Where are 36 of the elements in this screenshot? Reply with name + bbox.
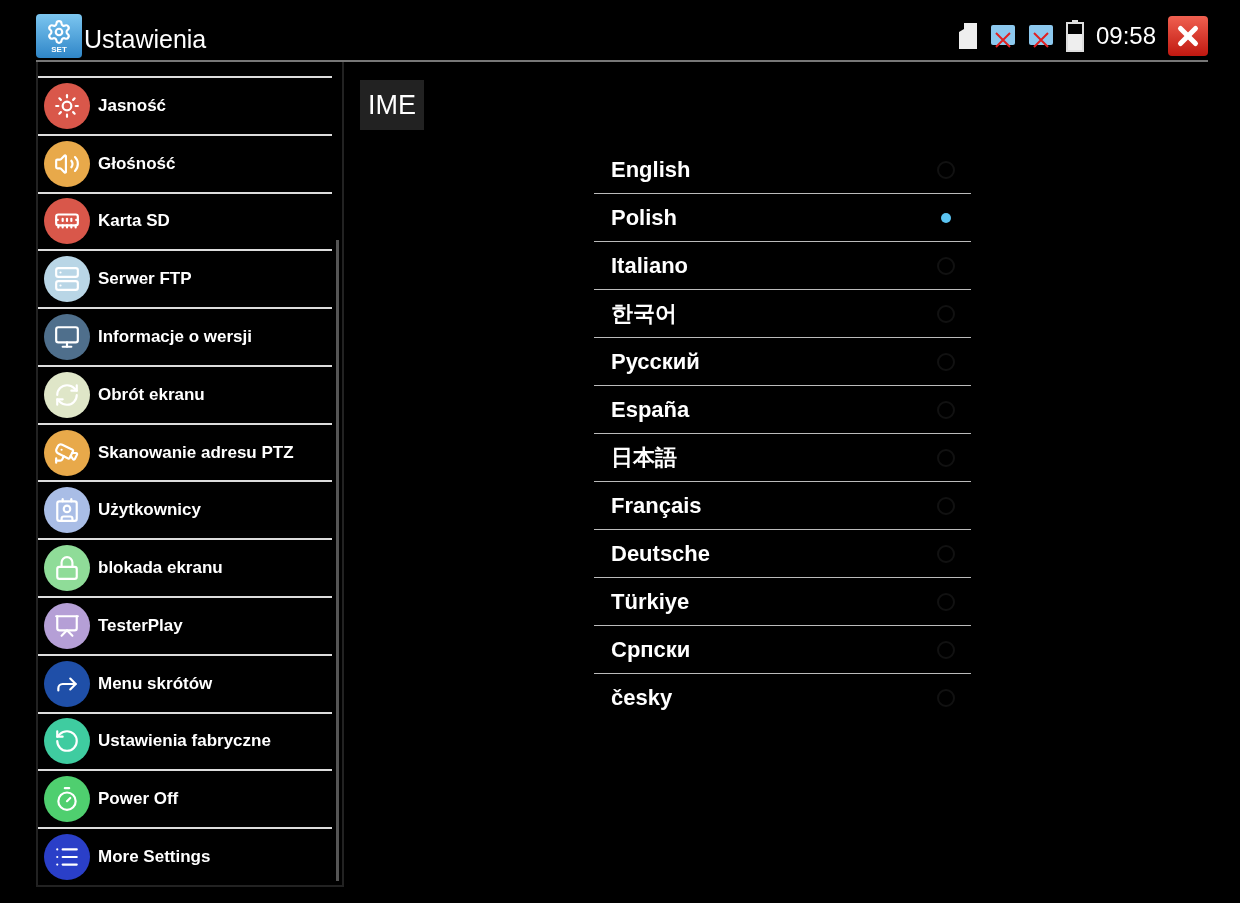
language-option[interactable]: Français bbox=[594, 481, 971, 529]
language-option[interactable]: 日本語 bbox=[594, 433, 971, 481]
settings-menu-item[interactable]: Karta SD bbox=[38, 191, 332, 250]
language-option[interactable]: Polish bbox=[594, 193, 971, 241]
language-option[interactable]: Српски bbox=[594, 625, 971, 673]
settings-menu-item[interactable]: Głośność bbox=[38, 133, 332, 192]
settings-menu-item[interactable]: Informacje o wersji bbox=[38, 307, 332, 365]
settings-menu-item[interactable]: Użytkownicy bbox=[38, 480, 332, 539]
language-option[interactable]: España bbox=[594, 385, 971, 433]
battery-icon bbox=[1065, 20, 1084, 52]
close-button[interactable] bbox=[1168, 16, 1208, 56]
settings-menu-item[interactable]: Obrót ekranu bbox=[38, 364, 332, 423]
settings-menu-item[interactable]: Menu skrótów bbox=[38, 653, 332, 712]
disconnected-screen-icon bbox=[989, 23, 1016, 49]
language-option[interactable]: Deutsche bbox=[594, 529, 971, 577]
window-title: Ustawienia bbox=[84, 25, 207, 54]
settings-menu-item[interactable]: Ustawienia fabryczne bbox=[38, 711, 332, 770]
settings-menu-item[interactable]: blokada ekranu bbox=[38, 538, 332, 597]
language-option[interactable]: Türkiye bbox=[594, 577, 971, 625]
disconnected-screen-icon bbox=[1027, 23, 1054, 49]
settings-menu-item[interactable]: Power Off bbox=[38, 769, 332, 828]
language-option[interactable]: Русский bbox=[594, 337, 971, 385]
sd-card-icon bbox=[957, 22, 978, 50]
language-option[interactable]: English bbox=[594, 146, 971, 193]
settings-menu-item[interactable]: Serwer FTP bbox=[38, 249, 332, 308]
clock-time: 09:58 bbox=[1095, 22, 1156, 50]
settings-app-icon: SET bbox=[36, 14, 82, 58]
language-option[interactable]: 한국어 bbox=[594, 289, 971, 337]
radio-button[interactable] bbox=[941, 212, 951, 223]
settings-menu-item[interactable]: Skanowanie adresu PTZ bbox=[38, 422, 332, 481]
language-option[interactable]: česky bbox=[594, 673, 971, 721]
settings-menu-item[interactable]: TesterPlay bbox=[38, 596, 332, 654]
language-option[interactable]: Italiano bbox=[594, 241, 971, 289]
settings-menu-item[interactable]: More Settings bbox=[38, 827, 332, 885]
section-title: IME bbox=[360, 80, 424, 130]
settings-menu-item[interactable]: Jasność bbox=[38, 76, 332, 134]
